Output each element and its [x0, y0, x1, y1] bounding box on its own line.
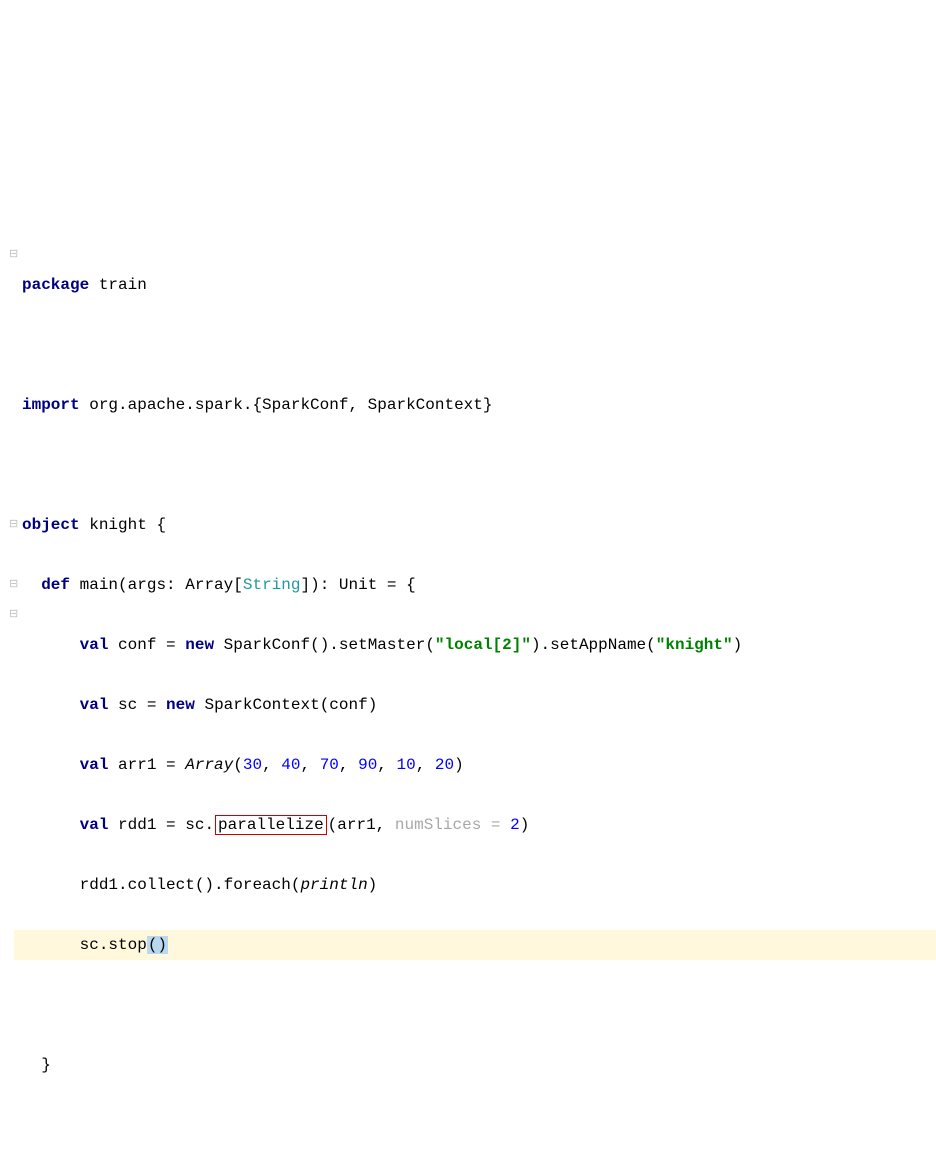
keyword-new: new [166, 696, 195, 714]
keyword-val: val [80, 756, 109, 774]
keyword-new: new [185, 636, 214, 654]
code-line[interactable] [22, 990, 928, 1020]
println-fn: println [300, 876, 367, 894]
params-open: (args: [118, 576, 185, 594]
call: (conf) [320, 696, 378, 714]
brace-open: { [156, 516, 166, 534]
number-literal: 30 [243, 756, 262, 774]
comma: , [377, 756, 396, 774]
eq-brace: = { [377, 576, 415, 594]
ctor-sparkconf: SparkConf [224, 636, 310, 654]
number-literal: 2 [510, 816, 520, 834]
string-literal: "knight" [656, 636, 733, 654]
fold-gutter: ⊟ [9, 510, 18, 540]
paren-open: (arr1, [328, 816, 395, 834]
object-name: knight [89, 516, 147, 534]
comma: , [416, 756, 435, 774]
code-line[interactable]: object knight { [22, 510, 928, 540]
keyword-val: val [80, 816, 109, 834]
method-name: main [80, 576, 118, 594]
call: ().setMaster( [310, 636, 435, 654]
bracket-close: ] [300, 576, 310, 594]
paren-close: ) [368, 876, 378, 894]
return-type: Unit [339, 576, 377, 594]
code-editor[interactable]: ⊟ ⊟ ⊟ ⊟ package train import org.apache.… [8, 120, 928, 1174]
code-line-active[interactable]: sc.stop() [14, 930, 936, 960]
code-line[interactable] [22, 330, 928, 360]
keyword-import: import [22, 396, 80, 414]
paren-close: ) [520, 816, 530, 834]
keyword-object: object [22, 516, 80, 534]
keyword-val: val [80, 636, 109, 654]
string-literal: "local[2]" [435, 636, 531, 654]
code-line[interactable]: val rdd1 = sc.parallelize(arr1, numSlice… [22, 810, 928, 840]
var-rdd1: rdd1 [118, 816, 156, 834]
type-string: String [243, 576, 301, 594]
code-line[interactable] [22, 1110, 928, 1140]
comma: , [262, 756, 281, 774]
code-line[interactable]: def main(args: Array[String]): Unit = { [22, 570, 928, 600]
number-literal: 20 [435, 756, 454, 774]
bracket-open: [ [233, 576, 243, 594]
eq: = sc. [156, 816, 214, 834]
param-type: Array [185, 576, 233, 594]
call: ) [733, 636, 743, 654]
code-line[interactable]: val conf = new SparkConf().setMaster("lo… [22, 630, 928, 660]
comma: , [339, 756, 358, 774]
call: ).setAppName( [531, 636, 656, 654]
paren-close: ) [454, 756, 464, 774]
text: sc.stop [80, 936, 147, 954]
number-literal: 70 [320, 756, 339, 774]
param-hint: numSlices = [395, 816, 510, 834]
keyword-val: val [80, 696, 109, 714]
var-conf: conf [118, 636, 156, 654]
code-line[interactable]: package train [22, 270, 928, 300]
var-arr1: arr1 [118, 756, 156, 774]
eq: = [156, 756, 185, 774]
code-line[interactable]: import org.apache.spark.{SparkConf, Spar… [22, 390, 928, 420]
ctor-sparkcontext: SparkContext [204, 696, 319, 714]
highlighted-method: parallelize [215, 815, 327, 835]
comma: , [300, 756, 319, 774]
text: rdd1.collect().foreach( [80, 876, 301, 894]
number-literal: 90 [358, 756, 377, 774]
paren-open: ( [233, 756, 243, 774]
code-line[interactable] [22, 1170, 928, 1174]
number-literal: 40 [281, 756, 300, 774]
code-line[interactable]: } [22, 1050, 928, 1080]
keyword-package: package [22, 276, 89, 294]
fold-gutter: ⊟ [9, 240, 18, 270]
code-line[interactable]: val arr1 = Array(30, 40, 70, 90, 10, 20) [22, 750, 928, 780]
brace-close: } [41, 1056, 51, 1074]
import-path: org.apache.spark.{SparkConf, SparkContex… [89, 396, 492, 414]
fold-gutter: ⊟ [9, 600, 18, 630]
caret-position: () [147, 936, 168, 954]
var-sc: sc [118, 696, 137, 714]
code-line[interactable]: val sc = new SparkContext(conf) [22, 690, 928, 720]
number-literal: 10 [397, 756, 416, 774]
eq: = [137, 696, 166, 714]
code-line[interactable]: rdd1.collect().foreach(println) [22, 870, 928, 900]
code-line[interactable] [22, 450, 928, 480]
params-close: ): [310, 576, 339, 594]
array-fn: Array [185, 756, 233, 774]
keyword-def: def [41, 576, 70, 594]
eq: = [156, 636, 185, 654]
package-name: train [99, 276, 147, 294]
fold-gutter: ⊟ [9, 570, 18, 600]
